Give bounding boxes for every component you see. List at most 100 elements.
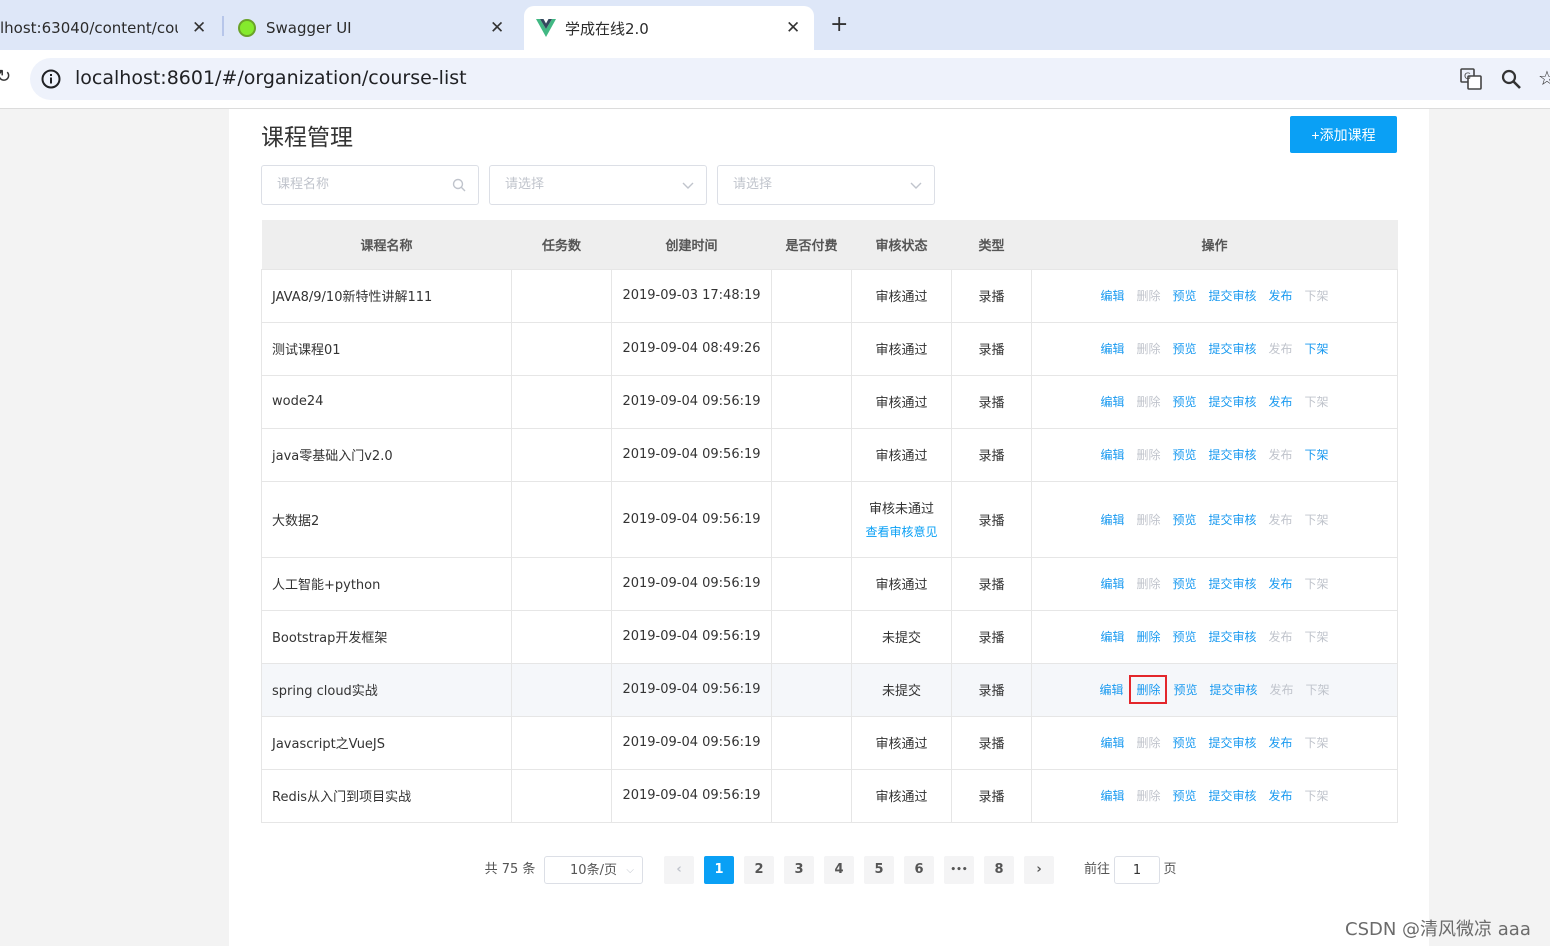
table-row[interactable]: 测试课程01 2019-09-04 08:49:26 审核通过 录播 编辑 删除… bbox=[261, 322, 1398, 376]
close-icon[interactable]: ✕ bbox=[786, 18, 800, 38]
publish-link[interactable]: 发布 bbox=[1269, 628, 1293, 645]
preview-link[interactable]: 预览 bbox=[1172, 446, 1196, 463]
publish-link[interactable]: 发布 bbox=[1269, 787, 1293, 804]
zoom-icon[interactable] bbox=[1500, 68, 1522, 90]
next-page-button[interactable]: › bbox=[1024, 856, 1054, 884]
page-button-6[interactable]: 6 bbox=[904, 856, 934, 884]
edit-link[interactable]: 编辑 bbox=[1100, 628, 1124, 645]
delete-link[interactable]: 删除 bbox=[1136, 734, 1160, 751]
publish-link[interactable]: 发布 bbox=[1270, 681, 1294, 698]
col-header-type[interactable]: 类型 bbox=[951, 220, 1032, 270]
tab-content[interactable]: lhost:63040/content/cou ✕ bbox=[0, 6, 215, 50]
page-button-8[interactable]: 8 bbox=[984, 856, 1014, 884]
delete-link[interactable]: 删除 bbox=[1136, 787, 1160, 804]
col-header-paid[interactable]: 是否付费 bbox=[771, 220, 852, 270]
delete-link[interactable]: 删除 bbox=[1136, 393, 1160, 410]
table-row[interactable]: JAVA8/9/10新特性讲解111 2019-09-03 17:48:19 审… bbox=[261, 269, 1398, 323]
preview-link[interactable]: 预览 bbox=[1172, 575, 1196, 592]
publish-link[interactable]: 发布 bbox=[1269, 575, 1293, 592]
table-row[interactable]: 大数据2 2019-09-04 09:56:19 审核未通过 查看审核意见 录播… bbox=[261, 481, 1398, 558]
edit-link[interactable]: 编辑 bbox=[1100, 340, 1124, 357]
col-header-tasks[interactable]: 任务数 bbox=[511, 220, 612, 270]
type-select[interactable]: 请选择 bbox=[717, 165, 935, 205]
tab-swagger[interactable]: Swagger UI ✕ bbox=[228, 6, 518, 50]
publish-link[interactable]: 发布 bbox=[1269, 393, 1293, 410]
submit-audit-link[interactable]: 提交审核 bbox=[1209, 511, 1257, 528]
edit-link[interactable]: 编辑 bbox=[1100, 734, 1124, 751]
offline-link[interactable]: 下架 bbox=[1305, 787, 1329, 804]
edit-link[interactable]: 编辑 bbox=[1100, 787, 1124, 804]
edit-link[interactable]: 编辑 bbox=[1099, 681, 1123, 698]
table-row[interactable]: Redis从入门到项目实战 2019-09-04 09:56:19 审核通过 录… bbox=[261, 769, 1398, 823]
add-course-button[interactable]: +添加课程 bbox=[1290, 116, 1397, 153]
delete-link[interactable]: 删除 bbox=[1136, 340, 1160, 357]
table-row[interactable]: spring cloud实战 2019-09-04 09:56:19 未提交 录… bbox=[261, 663, 1398, 717]
reload-icon[interactable]: ↻ bbox=[0, 66, 11, 87]
delete-link[interactable]: 删除 bbox=[1136, 446, 1160, 463]
submit-audit-link[interactable]: 提交审核 bbox=[1209, 340, 1257, 357]
bookmark-star-icon[interactable]: ☆ bbox=[1538, 66, 1550, 90]
page-size-select[interactable]: 10条/页 ⌵ bbox=[544, 856, 643, 884]
tab-xuecheng[interactable]: 学成在线2.0 ✕ bbox=[524, 6, 814, 50]
delete-link-highlighted[interactable]: 删除 bbox=[1129, 675, 1168, 704]
edit-link[interactable]: 编辑 bbox=[1100, 393, 1124, 410]
status-select[interactable]: 请选择 bbox=[489, 165, 707, 205]
preview-link[interactable]: 预览 bbox=[1172, 628, 1196, 645]
preview-link[interactable]: 预览 bbox=[1172, 787, 1196, 804]
edit-link[interactable]: 编辑 bbox=[1100, 511, 1124, 528]
submit-audit-link[interactable]: 提交审核 bbox=[1209, 734, 1257, 751]
site-info-icon[interactable] bbox=[41, 69, 61, 89]
offline-link[interactable]: 下架 bbox=[1305, 393, 1329, 410]
page-button-5[interactable]: 5 bbox=[864, 856, 894, 884]
table-row[interactable]: wode24 2019-09-04 09:56:19 审核通过 录播 编辑 删除… bbox=[261, 375, 1398, 429]
offline-link[interactable]: 下架 bbox=[1305, 287, 1329, 304]
table-row[interactable]: java零基础入门v2.0 2019-09-04 09:56:19 审核通过 录… bbox=[261, 428, 1398, 482]
publish-link[interactable]: 发布 bbox=[1269, 734, 1293, 751]
preview-link[interactable]: 预览 bbox=[1172, 340, 1196, 357]
page-button-2[interactable]: 2 bbox=[744, 856, 774, 884]
submit-audit-link[interactable]: 提交审核 bbox=[1209, 446, 1257, 463]
goto-page-input[interactable]: 1 bbox=[1114, 856, 1160, 884]
submit-audit-link[interactable]: 提交审核 bbox=[1209, 787, 1257, 804]
close-icon[interactable]: ✕ bbox=[490, 18, 504, 38]
publish-link[interactable]: 发布 bbox=[1269, 340, 1293, 357]
table-row[interactable]: 人工智能+python 2019-09-04 09:56:19 审核通过 录播 … bbox=[261, 557, 1398, 611]
offline-link[interactable]: 下架 bbox=[1305, 446, 1329, 463]
page-button-4[interactable]: 4 bbox=[824, 856, 854, 884]
edit-link[interactable]: 编辑 bbox=[1100, 446, 1124, 463]
preview-link[interactable]: 预览 bbox=[1172, 511, 1196, 528]
edit-link[interactable]: 编辑 bbox=[1100, 575, 1124, 592]
preview-link[interactable]: 预览 bbox=[1173, 681, 1197, 698]
table-row[interactable]: Javascript之VueJS 2019-09-04 09:56:19 审核通… bbox=[261, 716, 1398, 770]
preview-link[interactable]: 预览 bbox=[1172, 393, 1196, 410]
course-name-search-input[interactable]: 课程名称 bbox=[261, 165, 479, 205]
offline-link[interactable]: 下架 bbox=[1305, 511, 1329, 528]
translate-icon[interactable]: G bbox=[1460, 68, 1482, 90]
preview-link[interactable]: 预览 bbox=[1172, 287, 1196, 304]
edit-link[interactable]: 编辑 bbox=[1100, 287, 1124, 304]
submit-audit-link[interactable]: 提交审核 bbox=[1209, 628, 1257, 645]
submit-audit-link[interactable]: 提交审核 bbox=[1209, 287, 1257, 304]
view-audit-opinion-link[interactable]: 查看审核意见 bbox=[852, 523, 951, 540]
table-row[interactable]: Bootstrap开发框架 2019-09-04 09:56:19 未提交 录播… bbox=[261, 610, 1398, 664]
url-text[interactable]: localhost:8601/#/organization/course-lis… bbox=[75, 67, 467, 89]
publish-link[interactable]: 发布 bbox=[1269, 287, 1293, 304]
offline-link[interactable]: 下架 bbox=[1306, 681, 1330, 698]
prev-page-button[interactable]: ‹ bbox=[664, 856, 694, 884]
new-tab-button[interactable]: + bbox=[830, 12, 848, 37]
col-header-status[interactable]: 审核状态 bbox=[851, 220, 952, 270]
submit-audit-link[interactable]: 提交审核 bbox=[1210, 681, 1258, 698]
page-button-1[interactable]: 1 bbox=[704, 856, 734, 884]
page-ellipsis-button[interactable]: ••• bbox=[944, 856, 974, 884]
offline-link[interactable]: 下架 bbox=[1305, 628, 1329, 645]
submit-audit-link[interactable]: 提交审核 bbox=[1209, 575, 1257, 592]
publish-link[interactable]: 发布 bbox=[1269, 511, 1293, 528]
delete-link[interactable]: 删除 bbox=[1136, 287, 1160, 304]
preview-link[interactable]: 预览 bbox=[1172, 734, 1196, 751]
col-header-created[interactable]: 创建时间 bbox=[611, 220, 772, 270]
offline-link[interactable]: 下架 bbox=[1305, 575, 1329, 592]
col-header-name[interactable]: 课程名称 bbox=[261, 220, 512, 270]
delete-link[interactable]: 删除 bbox=[1136, 628, 1160, 645]
omnibox[interactable]: localhost:8601/#/organization/course-lis… bbox=[30, 58, 1550, 100]
col-header-actions[interactable]: 操作 bbox=[1031, 220, 1398, 270]
